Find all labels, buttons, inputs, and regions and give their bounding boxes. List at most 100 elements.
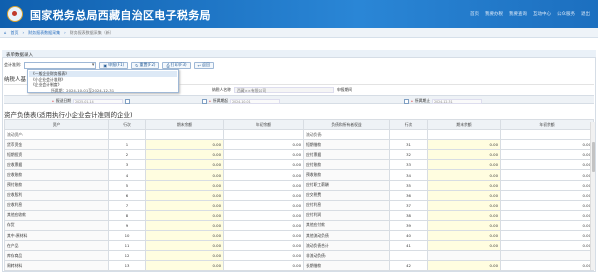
row-liability-label: 应交税费: [303, 189, 390, 201]
liability-begin-input[interactable]: 0.00: [500, 209, 594, 221]
asset-begin-input: [223, 129, 304, 141]
row-asset-line: 10: [108, 230, 146, 242]
accounting-standard-select[interactable]: [24, 61, 97, 69]
reset-icon: ↻: [135, 62, 139, 68]
asset-begin-input[interactable]: 0.00: [223, 149, 304, 161]
asset-begin-input[interactable]: 0.00: [223, 139, 304, 151]
asset-end-input[interactable]: 0.00: [145, 149, 224, 161]
asset-begin-input[interactable]: 0.00: [223, 230, 304, 242]
liability-end-input[interactable]: 0.00: [427, 199, 501, 211]
row-liability-line: [389, 129, 428, 141]
report-date-input[interactable]: 2025-01-14: [73, 98, 124, 104]
reset-button[interactable]: ↻ 重置(F2): [131, 61, 160, 69]
liability-begin-input[interactable]: 0.00: [500, 139, 594, 151]
row-asset-line: 13: [108, 260, 146, 272]
asset-end-input[interactable]: 0.00: [145, 209, 224, 221]
asset-begin-input[interactable]: 0.00: [223, 209, 304, 221]
row-asset-line: 8: [108, 209, 146, 221]
scrollbar-thumb[interactable]: [592, 142, 595, 172]
period-end-input[interactable]: 2024-12-31: [432, 98, 483, 104]
calendar-icon[interactable]: [125, 98, 131, 104]
row-asset-label: 周转材料: [4, 260, 109, 272]
liability-begin-input[interactable]: 0.00: [500, 179, 594, 191]
liability-begin-input[interactable]: 0.00: [500, 240, 594, 252]
table-row: 周转材料 13 0.00 0.00 长期借款 42 0.00 0.00: [4, 260, 594, 272]
liability-end-input[interactable]: 0.00: [427, 189, 501, 201]
table-row: 货币资金 1 0.00 0.00 短期借款 31 0.00 0.00: [4, 139, 594, 151]
row-asset-line: 3: [108, 159, 146, 171]
asset-begin-input[interactable]: 0.00: [223, 169, 304, 181]
asset-end-input[interactable]: 0.00: [145, 169, 224, 181]
liability-begin-input[interactable]: 0.00: [500, 230, 594, 242]
liability-begin-input[interactable]: 0.00: [500, 260, 594, 272]
liability-begin-input[interactable]: 0.00: [500, 219, 594, 232]
row-liability-label: 应付账款: [303, 159, 390, 171]
asset-end-input[interactable]: 0.00: [145, 240, 224, 252]
asset-end-input[interactable]: 0.00: [145, 260, 224, 272]
print-button[interactable]: ⎙ 打印(F3): [162, 61, 191, 69]
nav-interact[interactable]: 互动中心: [533, 11, 551, 17]
asset-end-input[interactable]: 0.00: [145, 139, 224, 151]
breadcrumb: ⌂ 首页 › 财务报表数据采集 › 财务报表数据采集（新）: [0, 28, 598, 38]
asset-begin-input[interactable]: 0.00: [223, 250, 304, 262]
liability-end-input[interactable]: 0.00: [427, 139, 501, 151]
asset-end-input[interactable]: 0.00: [145, 179, 224, 191]
liability-begin-input[interactable]: 0.00: [500, 189, 594, 201]
section-taxpayer-title: 纳税人基: [4, 77, 27, 83]
asset-begin-input[interactable]: 0.00: [223, 199, 304, 211]
nav-home[interactable]: 首页: [470, 11, 479, 17]
asset-begin-input[interactable]: 0.00: [223, 240, 304, 252]
asset-end-input[interactable]: 0.00: [145, 230, 224, 242]
asset-begin-input[interactable]: 0.00: [223, 179, 304, 191]
liability-begin-input[interactable]: 0.00: [500, 159, 594, 171]
asset-begin-input[interactable]: 0.00: [223, 219, 304, 232]
liability-end-input[interactable]: 0.00: [427, 260, 501, 272]
table-row: 应收账款 4 0.00 0.00 预收账款 34 0.00 0.00: [4, 169, 594, 181]
asset-end-input[interactable]: 0.00: [145, 189, 224, 201]
table-row: 其他应收款 8 0.00 0.00 应付利润 38 0.00 0.00: [4, 209, 594, 221]
table-header-row: 资产 行次 期末余额 年初余额 负债和所有者权益 行次 期末余额 年初余额: [4, 118, 594, 131]
liability-end-input[interactable]: 0.00: [427, 240, 501, 252]
row-liability-label: 应付利息: [303, 199, 390, 211]
nav-query[interactable]: 我要查询: [509, 11, 527, 17]
breadcrumb-mid[interactable]: 财务报表数据采集: [28, 30, 60, 36]
asset-begin-input[interactable]: 0.00: [223, 159, 304, 171]
site-header: 国家税务总局西藏自治区电子税务局 首页 我要办税 我要查询 互动中心 公众服务 …: [0, 0, 598, 28]
liability-begin-input[interactable]: 0.00: [500, 169, 594, 181]
period-start-input[interactable]: 2024-10-01: [230, 98, 281, 104]
liability-end-input[interactable]: 0.00: [427, 149, 501, 161]
asset-end-input[interactable]: 0.00: [145, 159, 224, 171]
col-begin-balance: 年初余额: [500, 118, 594, 131]
asset-end-input[interactable]: 0.00: [145, 250, 224, 262]
liability-end-input[interactable]: 0.00: [427, 169, 501, 181]
asset-end-input[interactable]: 0.00: [145, 219, 224, 232]
liability-end-input[interactable]: 0.00: [427, 209, 501, 221]
asset-end-input[interactable]: 0.00: [145, 199, 224, 211]
liability-end-input[interactable]: 0.00: [427, 159, 501, 171]
breadcrumb-home[interactable]: 首页: [11, 30, 19, 36]
row-liability-label: 长期借款: [303, 260, 390, 272]
home-icon: ⌂: [4, 30, 7, 35]
liability-end-input[interactable]: 0.00: [427, 179, 501, 191]
row-asset-label: 应收利息: [4, 199, 109, 211]
period-label: 申报期间: [336, 86, 353, 92]
scrollbar[interactable]: [590, 122, 595, 270]
report-date-field: * 报送日期 2025-01-14: [52, 98, 131, 104]
calendar-icon[interactable]: [404, 98, 409, 104]
row-liability-line: 41: [389, 240, 428, 252]
nav-public[interactable]: 公众服务: [557, 11, 575, 17]
row-asset-line: 11: [108, 240, 146, 252]
declare-button[interactable]: ▣ 申报(F1): [99, 61, 129, 69]
liability-end-input[interactable]: 0.00: [427, 219, 501, 232]
row-liability-line: 42: [389, 260, 428, 272]
asset-begin-input[interactable]: 0.00: [223, 260, 304, 272]
back-button[interactable]: ↩ 返回: [193, 61, 214, 69]
calendar-icon[interactable]: [202, 98, 207, 104]
liability-begin-input[interactable]: 0.00: [500, 199, 594, 211]
nav-do-tax[interactable]: 我要办税: [485, 11, 503, 17]
row-liability-label: 应付职工薪酬: [303, 179, 390, 191]
liability-end-input[interactable]: 0.00: [427, 230, 501, 242]
nav-logout[interactable]: 退出: [581, 11, 590, 17]
liability-begin-input[interactable]: 0.00: [500, 149, 594, 161]
asset-begin-input[interactable]: 0.00: [223, 189, 304, 201]
